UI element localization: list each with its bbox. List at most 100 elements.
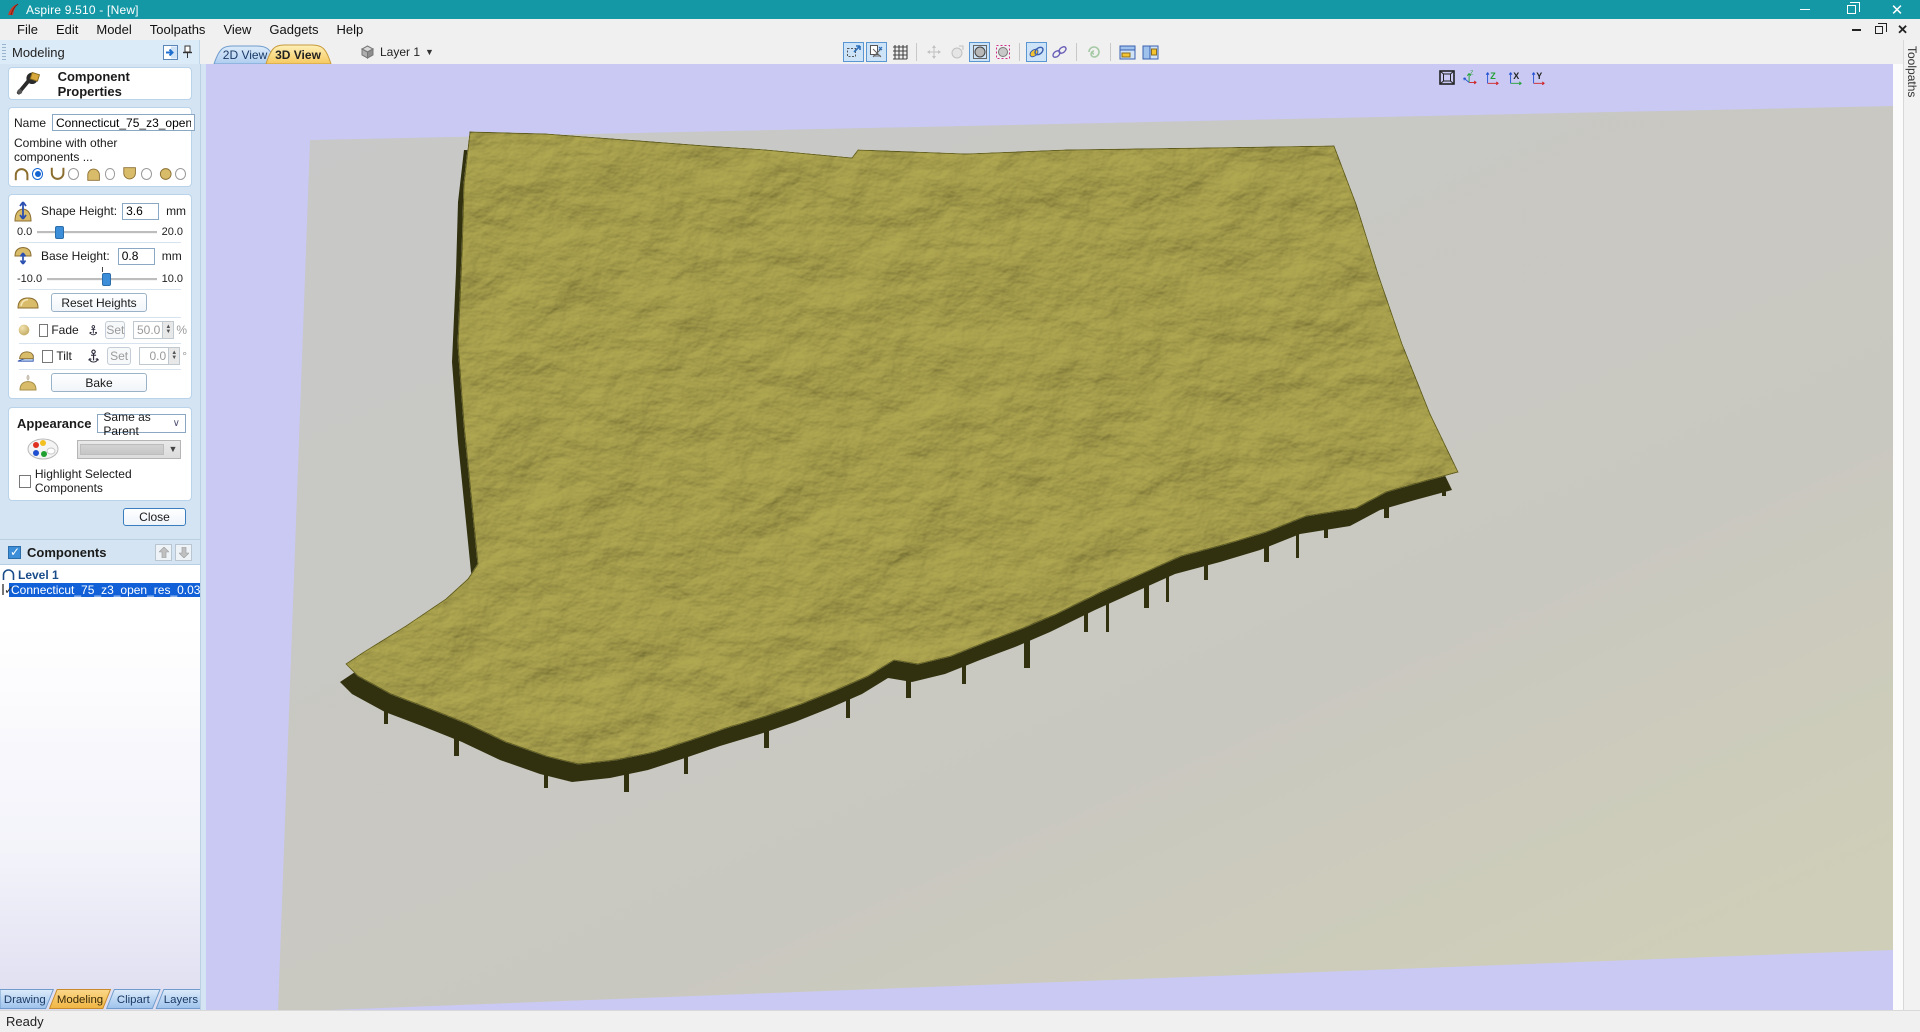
tab-clipart-label[interactable]: Clipart bbox=[117, 994, 151, 1006]
mdi-restore-button[interactable] bbox=[1875, 22, 1888, 34]
highlight-components-checkbox[interactable] bbox=[19, 474, 31, 488]
group-link-icon[interactable] bbox=[1026, 42, 1047, 62]
tilt-checkbox[interactable] bbox=[41, 349, 54, 363]
tile-vertical-icon[interactable] bbox=[1140, 42, 1161, 62]
fade-amount-spinner[interactable]: 50.0 ▲ ▼ bbox=[133, 321, 175, 339]
combine-merge-radio[interactable] bbox=[104, 168, 116, 180]
combine-subtract-radio[interactable] bbox=[68, 168, 80, 180]
page-tab-strip: Drawing Modeling Clipart Layers bbox=[0, 989, 200, 1009]
close-button[interactable]: ✕ bbox=[1874, 0, 1920, 19]
shape-height-input[interactable] bbox=[122, 202, 160, 220]
modeling-panel-header: Modeling bbox=[0, 40, 200, 64]
tree-level-label[interactable]: Level 1 bbox=[18, 568, 59, 582]
tree-item-label[interactable]: Connecticut_75_z3_open_res_0.03 bbox=[9, 582, 200, 597]
bake-button[interactable]: Bake bbox=[51, 373, 147, 392]
toolpaths-tab-label[interactable]: Toolpaths bbox=[1904, 40, 1920, 103]
highlight-components-label: Highlight Selected Components bbox=[34, 467, 132, 495]
circle-selected-icon[interactable] bbox=[969, 42, 990, 62]
tab-3d-label[interactable]: 3D View bbox=[275, 48, 321, 62]
y-axis-view-icon[interactable]: Y bbox=[1530, 69, 1548, 86]
reset-heights-button[interactable]: Reset Heights bbox=[51, 293, 147, 312]
move-down-button[interactable] bbox=[175, 544, 192, 561]
fade-set-button[interactable]: Set bbox=[105, 321, 126, 339]
move-up-button[interactable] bbox=[155, 544, 172, 561]
z-axis-view-icon[interactable]: Z bbox=[1484, 69, 1502, 86]
appearance-dropdown[interactable]: Same as Parent ∨ bbox=[97, 410, 186, 438]
tab-layers-label[interactable]: Layers bbox=[164, 994, 199, 1006]
base-height-input[interactable] bbox=[117, 247, 155, 265]
item-visibility-checkbox[interactable] bbox=[2, 583, 14, 597]
menu-toolpaths[interactable]: Toolpaths bbox=[141, 20, 215, 39]
x-axis-view-icon[interactable]: X bbox=[1507, 69, 1525, 86]
combine-low-radio[interactable] bbox=[140, 168, 152, 180]
terrain-scene bbox=[278, 106, 1893, 1010]
nest-objects-icon[interactable] bbox=[1083, 42, 1104, 62]
toolpaths-rail[interactable]: Toolpaths bbox=[1903, 40, 1920, 1010]
base-height-slider[interactable] bbox=[47, 267, 157, 286]
svg-text:Z: Z bbox=[1490, 71, 1496, 81]
palette-icon[interactable] bbox=[26, 437, 60, 461]
tree-item-row[interactable]: Connecticut_75_z3_open_res_0.03 bbox=[0, 582, 200, 597]
components-header: Components bbox=[0, 539, 200, 565]
tree-level-row[interactable]: Level 1 bbox=[0, 567, 200, 582]
component-name-input[interactable] bbox=[52, 114, 196, 131]
grid-icon[interactable] bbox=[889, 42, 910, 62]
close-panel-button[interactable]: Close bbox=[123, 508, 186, 526]
menu-gadgets[interactable]: Gadgets bbox=[260, 20, 327, 39]
status-bar: Ready bbox=[0, 1010, 1920, 1032]
move-selection-icon[interactable] bbox=[923, 42, 944, 62]
canvas-scrollbar-area[interactable] bbox=[1893, 64, 1903, 1010]
restore-button[interactable] bbox=[1828, 0, 1874, 19]
select-rectangle-icon[interactable] bbox=[843, 42, 864, 62]
layer-cube-icon bbox=[360, 45, 375, 59]
tilt-wedge-icon bbox=[17, 350, 34, 362]
menu-file[interactable]: File bbox=[8, 20, 47, 39]
panel-grip[interactable] bbox=[2, 44, 6, 60]
tab-modeling-label[interactable]: Modeling bbox=[57, 994, 103, 1006]
arch-filled-icon bbox=[87, 168, 101, 181]
shape-height-slider[interactable] bbox=[37, 225, 157, 239]
layer-dropdown-arrow[interactable]: ▼ bbox=[425, 47, 434, 57]
anchor-icon[interactable] bbox=[88, 322, 98, 339]
mdi-minimize-button[interactable] bbox=[1852, 28, 1862, 31]
modeling-sidebar: Component Properties Name Combine with o… bbox=[0, 64, 200, 1010]
3d-view-canvas[interactable]: Z Z X Y bbox=[206, 64, 1893, 1010]
ruler-dimension-icon[interactable] bbox=[866, 42, 887, 62]
pin-icon[interactable] bbox=[182, 45, 193, 59]
combine-multiply-radio[interactable] bbox=[175, 168, 186, 180]
components-visibility-checkbox[interactable] bbox=[8, 545, 21, 559]
isometric-view-icon[interactable] bbox=[1438, 69, 1456, 86]
scale-circle-icon[interactable] bbox=[946, 42, 967, 62]
title-bar: Aspire 9.510 - [New] ✕ bbox=[0, 0, 1920, 19]
shape-height-icon bbox=[14, 201, 32, 222]
layer-selector[interactable]: Layer 1 ▼ bbox=[360, 42, 434, 62]
view-tab-strip: 2D View 3D View bbox=[213, 44, 332, 64]
menu-help[interactable]: Help bbox=[328, 20, 373, 39]
anchor-icon[interactable] bbox=[88, 348, 99, 365]
tab-drawing-label[interactable]: Drawing bbox=[4, 994, 46, 1006]
tab-2d-label[interactable]: 2D View bbox=[223, 48, 268, 62]
combine-add-radio[interactable] bbox=[32, 168, 44, 180]
minimize-button[interactable] bbox=[1782, 0, 1828, 19]
ungroup-link-icon[interactable] bbox=[1049, 42, 1070, 62]
sphere-icon bbox=[18, 324, 30, 336]
menu-model[interactable]: Model bbox=[87, 20, 140, 39]
chevron-down-icon: ∨ bbox=[172, 418, 180, 429]
mdi-close-button[interactable]: ✕ bbox=[1897, 22, 1908, 38]
base-height-icon bbox=[14, 246, 32, 265]
u-open-icon bbox=[50, 167, 65, 180]
view-controls: Z Z X Y bbox=[1438, 69, 1548, 86]
tilt-angle-spinner[interactable]: 0.0 ▲ ▼ bbox=[139, 347, 181, 365]
tilt-set-button[interactable]: Set bbox=[106, 347, 132, 365]
menu-edit[interactable]: Edit bbox=[47, 20, 87, 39]
menu-view[interactable]: View bbox=[214, 20, 260, 39]
component-color-dropdown[interactable]: ▼ bbox=[77, 439, 181, 459]
tile-horizontal-icon[interactable] bbox=[1117, 42, 1138, 62]
dock-panel-icon[interactable] bbox=[163, 44, 178, 60]
axes-3d-icon[interactable]: Z bbox=[1461, 69, 1479, 86]
circle-marquee-icon[interactable] bbox=[992, 42, 1013, 62]
combine-label: Combine with other components ... bbox=[14, 136, 118, 164]
fade-checkbox[interactable] bbox=[38, 323, 49, 337]
component-properties-header: Component Properties bbox=[8, 67, 192, 100]
appearance-label: Appearance bbox=[17, 416, 92, 431]
